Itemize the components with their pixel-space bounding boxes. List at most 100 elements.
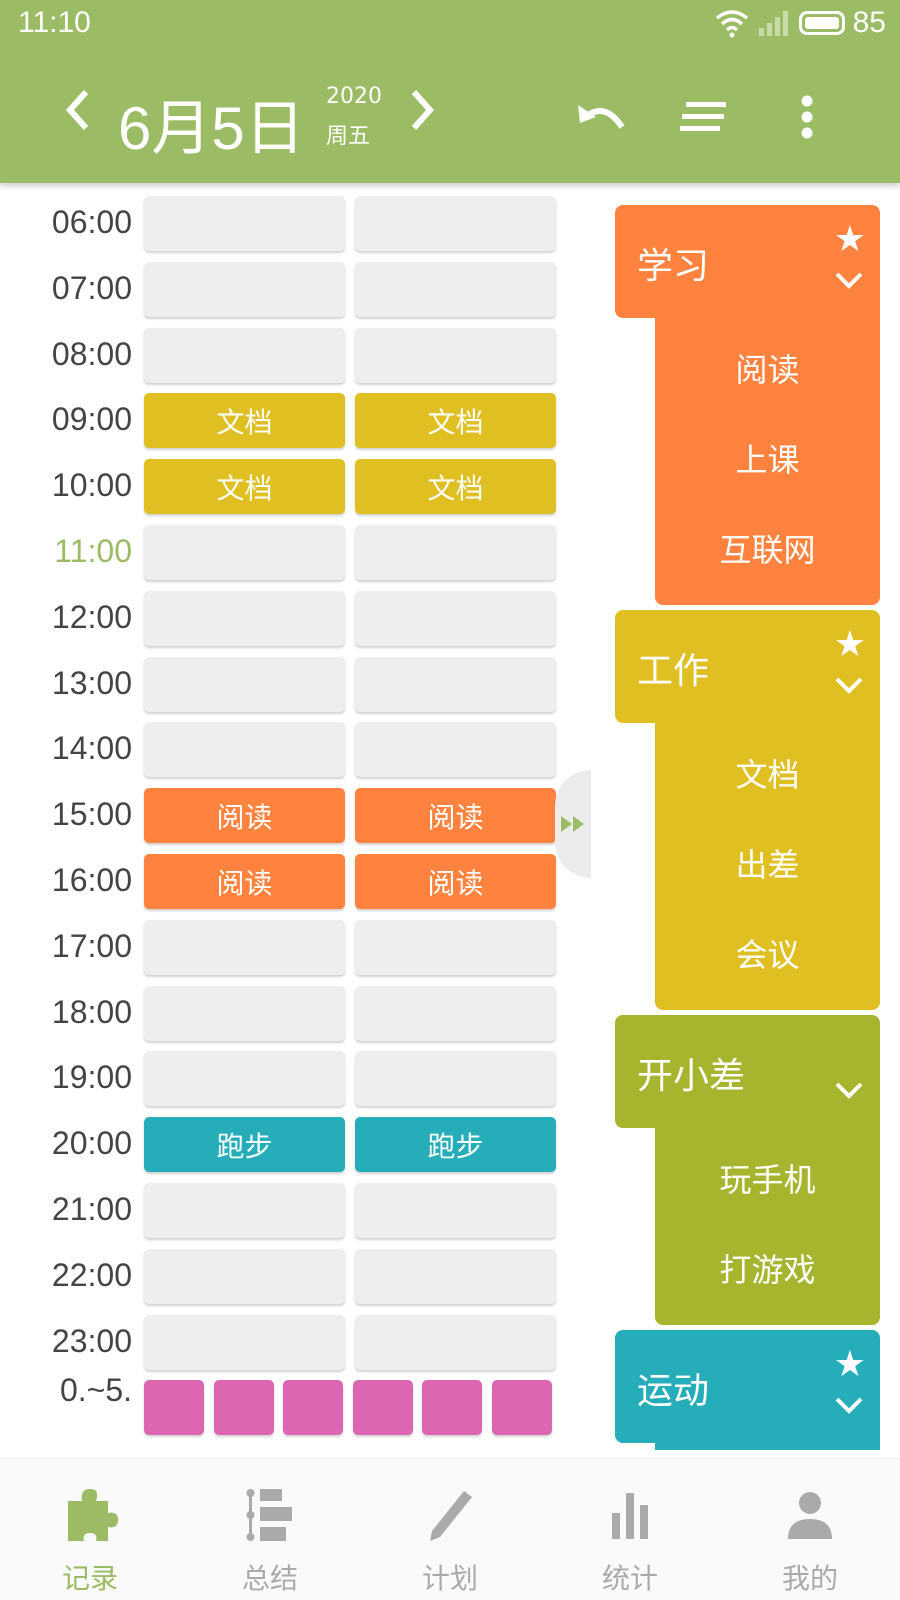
time-label: 18:00 xyxy=(51,993,132,1030)
star-icon[interactable]: ★ xyxy=(834,624,866,665)
time-slot[interactable] xyxy=(355,327,556,383)
time-slot[interactable] xyxy=(355,1183,556,1238)
time-label: 22:00 xyxy=(51,1256,132,1293)
night-slot[interactable] xyxy=(491,1380,552,1436)
time-slot[interactable] xyxy=(144,985,345,1041)
time-slot[interactable] xyxy=(355,985,556,1041)
time-slot[interactable] xyxy=(355,656,556,712)
time-slot[interactable]: 阅读 xyxy=(355,788,556,844)
time-slot[interactable]: 跑步 xyxy=(144,1117,345,1173)
time-label: 23:00 xyxy=(51,1322,132,1359)
time-label: 06:00 xyxy=(51,204,132,240)
fast-forward-icon xyxy=(561,816,584,832)
date-year: 2020 xyxy=(326,84,382,109)
bar-chart-icon xyxy=(612,1493,648,1539)
time-slot[interactable]: 阅读 xyxy=(144,788,345,844)
time-slot[interactable] xyxy=(355,1314,556,1370)
status-icons: 85 xyxy=(715,6,886,40)
time-slot[interactable] xyxy=(355,919,556,975)
category-header[interactable]: 学习 ★ xyxy=(615,205,880,318)
time-slot[interactable]: 跑步 xyxy=(355,1117,556,1173)
time-slot[interactable]: 文档 xyxy=(144,459,345,515)
night-slot[interactable] xyxy=(213,1380,274,1436)
night-slot[interactable] xyxy=(422,1380,482,1436)
chevron-down-icon[interactable] xyxy=(834,1081,864,1103)
category-item[interactable]: 上课 xyxy=(655,435,880,481)
category-title: 工作 xyxy=(637,651,710,692)
time-slot[interactable]: 文档 xyxy=(355,393,556,449)
time-slot[interactable]: 阅读 xyxy=(144,854,345,909)
tab-stats[interactable]: 统计 xyxy=(540,1459,720,1600)
bottom-navigation: 记录 总结 计划 统计 我的 xyxy=(0,1458,900,1600)
time-label: 07:00 xyxy=(51,269,132,306)
time-slot[interactable] xyxy=(144,196,345,251)
time-slot[interactable]: 文档 xyxy=(144,393,345,449)
time-slot[interactable] xyxy=(144,1051,345,1107)
time-slot[interactable] xyxy=(355,1248,556,1304)
time-slot[interactable] xyxy=(144,261,345,317)
time-slot[interactable] xyxy=(355,261,556,317)
category-item[interactable]: 阅读 xyxy=(655,345,880,391)
tab-record-label: 记录 xyxy=(61,1562,118,1595)
signal-icon xyxy=(758,11,788,36)
next-day-button[interactable] xyxy=(408,88,438,141)
tab-plan[interactable]: 计划 xyxy=(360,1459,540,1600)
tab-stats-label: 统计 xyxy=(601,1562,658,1595)
time-slot[interactable]: 文档 xyxy=(355,459,556,515)
category-header[interactable]: 开小差 xyxy=(615,1015,880,1128)
time-slot[interactable] xyxy=(144,656,345,712)
category-item[interactable]: 玩手机 xyxy=(655,1155,880,1201)
time-label: 15:00 xyxy=(51,796,132,833)
wifi-icon xyxy=(715,10,748,38)
app-header: 11:10 85 6月5日 2020 周五 xyxy=(0,0,900,183)
category-header[interactable]: 运动 ★ xyxy=(615,1330,880,1443)
category-title: 学习 xyxy=(637,246,710,287)
time-slot[interactable] xyxy=(144,1314,345,1370)
category-title: 运动 xyxy=(637,1371,710,1412)
time-slot[interactable] xyxy=(144,327,345,383)
category-item[interactable]: 会议 xyxy=(655,930,880,976)
previous-day-button[interactable] xyxy=(62,88,92,141)
time-slot[interactable]: 阅读 xyxy=(355,854,556,909)
time-slot[interactable] xyxy=(355,196,556,251)
time-label: 17:00 xyxy=(51,927,132,964)
time-slot[interactable] xyxy=(355,590,556,646)
category-item[interactable]: 打游戏 xyxy=(655,1245,880,1291)
night-slot[interactable] xyxy=(283,1380,343,1436)
expand-panel-toggle[interactable] xyxy=(555,770,591,878)
category-header[interactable]: 工作 ★ xyxy=(615,610,880,723)
category-item[interactable]: 互联网 xyxy=(655,525,880,571)
tab-record[interactable]: 记录 xyxy=(0,1459,180,1600)
time-slot[interactable] xyxy=(355,1051,556,1107)
chevron-down-icon[interactable] xyxy=(834,1396,864,1418)
battery-icon xyxy=(798,11,845,35)
category-item[interactable]: 文档 xyxy=(655,750,880,796)
time-slot[interactable] xyxy=(355,722,556,778)
time-slot[interactable] xyxy=(144,1248,345,1304)
time-slot[interactable] xyxy=(144,919,345,975)
more-options-button[interactable] xyxy=(780,90,834,144)
list-view-button[interactable] xyxy=(676,90,730,144)
tab-profile[interactable]: 我的 xyxy=(720,1459,900,1600)
time-slot[interactable] xyxy=(355,525,556,580)
category-item[interactable]: 出差 xyxy=(655,840,880,886)
tab-profile-label: 我的 xyxy=(781,1562,838,1595)
night-slot[interactable] xyxy=(352,1380,413,1436)
time-slot[interactable] xyxy=(144,590,345,646)
tab-plan-label: 计划 xyxy=(421,1562,478,1595)
time-label: 14:00 xyxy=(51,730,132,767)
time-slot[interactable] xyxy=(144,722,345,778)
star-icon[interactable]: ★ xyxy=(834,219,866,260)
time-label: 09:00 xyxy=(51,401,132,438)
current-date[interactable]: 6月5日 xyxy=(118,80,305,167)
category-title: 开小差 xyxy=(637,1056,746,1097)
chevron-down-icon[interactable] xyxy=(834,271,864,293)
undo-button[interactable] xyxy=(574,90,628,144)
time-slot[interactable] xyxy=(144,525,345,580)
night-slot[interactable] xyxy=(144,1380,204,1436)
star-icon[interactable]: ★ xyxy=(834,1344,866,1385)
time-slot[interactable] xyxy=(144,1183,345,1238)
tab-summary[interactable]: 总结 xyxy=(180,1459,360,1600)
time-label: 10:00 xyxy=(51,467,132,504)
chevron-down-icon[interactable] xyxy=(834,676,864,698)
